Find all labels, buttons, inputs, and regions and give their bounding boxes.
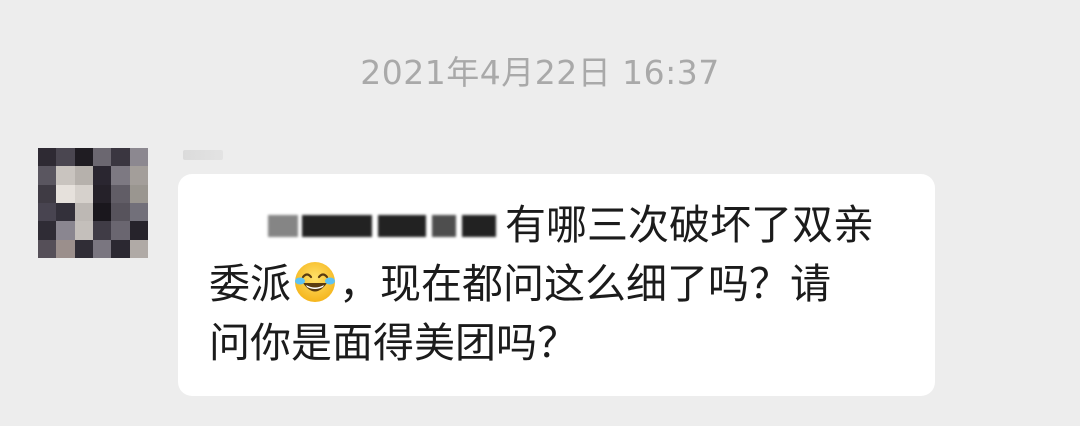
avatar-pixel (93, 184, 112, 203)
avatar-pixel (38, 203, 57, 222)
avatar-pixel (129, 184, 148, 203)
face-with-tears-of-joy-icon (295, 262, 335, 302)
redacted-text (256, 203, 501, 245)
avatar[interactable] (38, 148, 148, 258)
message-line-2a-text: 委派 (209, 260, 291, 308)
avatar-pixel (38, 184, 57, 203)
avatar-pixel (74, 203, 93, 222)
avatar-pixel (56, 166, 75, 185)
avatar-pixel (93, 221, 112, 240)
avatar-pixel (93, 166, 112, 185)
avatar-pixel (74, 166, 93, 185)
avatar-pixel (111, 221, 130, 240)
chat-timestamp: 2021年4月22日 16:37 (360, 53, 720, 92)
avatar-pixel (129, 203, 148, 222)
avatar-pixel (74, 148, 93, 167)
message-line-1-text: 有哪三次破坏了双亲 (505, 201, 874, 249)
avatar-pixel (111, 239, 130, 258)
avatar-pixel (74, 239, 93, 258)
avatar-pixel (111, 184, 130, 203)
avatar-pixel (74, 184, 93, 203)
sender-name-blurred (183, 150, 223, 160)
avatar-pixel (38, 148, 57, 167)
avatar-pixel (93, 203, 112, 222)
avatar-pixel (111, 148, 130, 167)
avatar-pixel (111, 166, 130, 185)
avatar-pixel (129, 148, 148, 167)
avatar-pixel (56, 148, 75, 167)
message-text: 有哪三次破坏了双亲 委派 ，现在都问这么细了吗？请 问你是面得美团吗？ (209, 196, 909, 373)
avatar-pixel (129, 221, 148, 240)
message-line-1: 有哪三次破坏了双亲 (209, 196, 909, 255)
avatar-pixel (111, 203, 130, 222)
avatar-pixel (74, 221, 93, 240)
avatar-pixel (56, 221, 75, 240)
avatar-pixel (129, 239, 148, 258)
avatar-pixel (38, 239, 57, 258)
message-line-2: 委派 ，现在都问这么细了吗？请 (209, 255, 909, 314)
avatar-pixel (56, 203, 75, 222)
avatar-pixel (93, 148, 112, 167)
message-line-3: 问你是面得美团吗？ (209, 319, 578, 367)
avatar-pixel (129, 166, 148, 185)
avatar-pixel (93, 239, 112, 258)
message-line-2b-text: ，现在都问这么细了吗？请 (339, 260, 831, 308)
avatar-pixel (38, 221, 57, 240)
avatar-pixel (56, 184, 75, 203)
avatar-pixel (56, 239, 75, 258)
avatar-pixel (38, 166, 57, 185)
